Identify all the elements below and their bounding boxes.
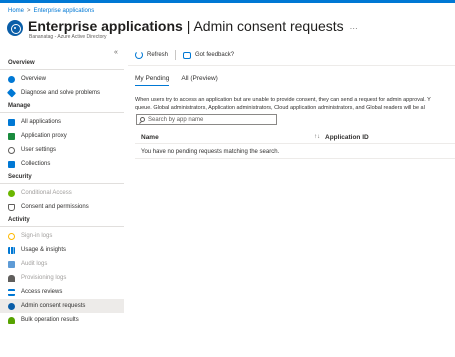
sidebar-item-label: Provisioning logs — [21, 275, 67, 281]
sidebar-item-sign-in-logs[interactable]: Sign-in logs — [0, 229, 124, 243]
toolbar-divider — [128, 65, 455, 66]
enterprise-apps-icon — [7, 20, 23, 36]
sidebar-item-all-applications[interactable]: All applications — [0, 115, 124, 129]
breadcrumb-separator: > — [27, 8, 31, 14]
sidebar-item-overview[interactable]: Overview — [0, 72, 124, 86]
tab-all-preview[interactable]: All (Preview) — [181, 75, 217, 86]
sidebar-item-bulk-operation-results[interactable]: Bulk operation results — [0, 313, 124, 327]
sign-in-icon — [8, 232, 15, 240]
refresh-icon — [135, 51, 143, 59]
page-title-bold: Enterprise applications — [28, 18, 183, 34]
section-overview: Overview — [8, 60, 35, 66]
breadcrumb-current[interactable]: Enterprise applications — [34, 8, 95, 14]
bulk-icon — [8, 316, 15, 324]
conditional-access-icon — [8, 189, 15, 197]
sidebar-item-label: Audit logs — [21, 261, 48, 267]
sidebar-item-audit-logs[interactable]: Audit logs — [0, 257, 124, 271]
sidebar-item-label: Diagnose and solve problems — [21, 90, 101, 96]
description: When users try to access an application … — [135, 96, 455, 112]
list-icon — [8, 288, 15, 296]
sidebar-item-collections[interactable]: Collections — [0, 157, 124, 171]
admin-consent-icon — [8, 302, 15, 310]
tabs: My Pending All (Preview) — [135, 75, 230, 86]
divider — [0, 112, 124, 113]
feedback-button[interactable]: Got feedback? — [183, 51, 235, 59]
page-title: Enterprise applications | Admin consent … — [28, 18, 358, 34]
gear-icon — [8, 146, 15, 154]
sidebar-item-admin-consent-requests[interactable]: Admin consent requests — [0, 299, 124, 313]
sidebar-item-label: Consent and permissions — [21, 204, 89, 210]
feedback-label: Got feedback? — [195, 52, 235, 58]
audit-icon — [8, 260, 15, 268]
divider — [0, 226, 124, 227]
search-icon — [140, 117, 145, 122]
table-header: Name ↑↓ Application ID — [135, 131, 455, 144]
breadcrumb: Home > Enterprise applications — [8, 8, 94, 14]
sidebar-item-usage-insights[interactable]: Usage & insights — [0, 243, 124, 257]
proxy-icon — [8, 132, 15, 140]
wrench-icon — [6, 88, 17, 98]
sidebar-item-label: All applications — [21, 119, 62, 125]
section-security: Security — [8, 174, 32, 180]
page-subtitle: Bananatag - Azure Active Directory — [29, 34, 107, 40]
divider — [0, 183, 124, 184]
empty-message: You have no pending requests matching th… — [135, 146, 455, 159]
person-icon — [8, 274, 15, 282]
column-header-name[interactable]: Name — [135, 134, 314, 141]
sidebar-item-provisioning-logs[interactable]: Provisioning logs — [0, 271, 124, 285]
sidebar-item-label: Admin consent requests — [21, 303, 86, 309]
section-manage: Manage — [8, 103, 31, 109]
breadcrumb-home[interactable]: Home — [8, 8, 24, 14]
refresh-label: Refresh — [147, 52, 169, 58]
more-options-icon[interactable]: ··· — [350, 24, 358, 33]
toolbar: Refresh Got feedback? — [135, 48, 234, 62]
sidebar-item-access-reviews[interactable]: Access reviews — [0, 285, 124, 299]
sidebar-item-conditional-access[interactable]: Conditional Access — [0, 186, 124, 200]
sidebar-item-label: Overview — [21, 76, 47, 82]
sidebar-item-label: Usage & insights — [21, 247, 67, 253]
sidebar-item-label: Sign-in logs — [21, 233, 53, 239]
refresh-button[interactable]: Refresh — [135, 51, 168, 59]
feedback-icon — [183, 51, 192, 59]
sidebar-item-user-settings[interactable]: User settings — [0, 143, 124, 157]
tab-my-pending[interactable]: My Pending — [135, 75, 170, 86]
divider — [0, 69, 124, 70]
chart-icon — [8, 246, 15, 254]
grid-icon — [8, 118, 15, 126]
info-icon — [8, 75, 15, 83]
search-input[interactable]: Search by app name — [136, 114, 277, 125]
shield-icon — [8, 203, 15, 211]
sidebar-item-label: Application proxy — [21, 133, 67, 139]
sidebar-item-consent-permissions[interactable]: Consent and permissions — [0, 200, 124, 214]
top-accent-bar — [0, 0, 455, 3]
sidebar-item-diagnose[interactable]: Diagnose and solve problems — [0, 86, 124, 100]
sidebar: Overview Overview Diagnose and solve pro… — [0, 55, 124, 327]
collections-icon — [8, 160, 15, 168]
toolbar-separator — [175, 50, 177, 60]
page-title-rest: | Admin consent requests — [182, 18, 344, 34]
search-placeholder: Search by app name — [148, 116, 204, 123]
sidebar-item-label: Bulk operation results — [21, 317, 79, 323]
description-line: queue. Global administrators, Applicatio… — [135, 105, 425, 111]
description-line: When users try to access an application … — [135, 97, 431, 103]
sidebar-item-label: Conditional Access — [21, 190, 72, 196]
sidebar-item-application-proxy[interactable]: Application proxy — [0, 129, 124, 143]
sort-icon[interactable]: ↑↓ — [314, 134, 320, 140]
section-activity: Activity — [8, 217, 30, 223]
column-header-application-id[interactable]: Application ID — [325, 134, 369, 141]
sidebar-item-label: User settings — [21, 147, 57, 153]
sidebar-item-label: Access reviews — [21, 289, 63, 295]
sidebar-item-label: Collections — [21, 161, 51, 167]
